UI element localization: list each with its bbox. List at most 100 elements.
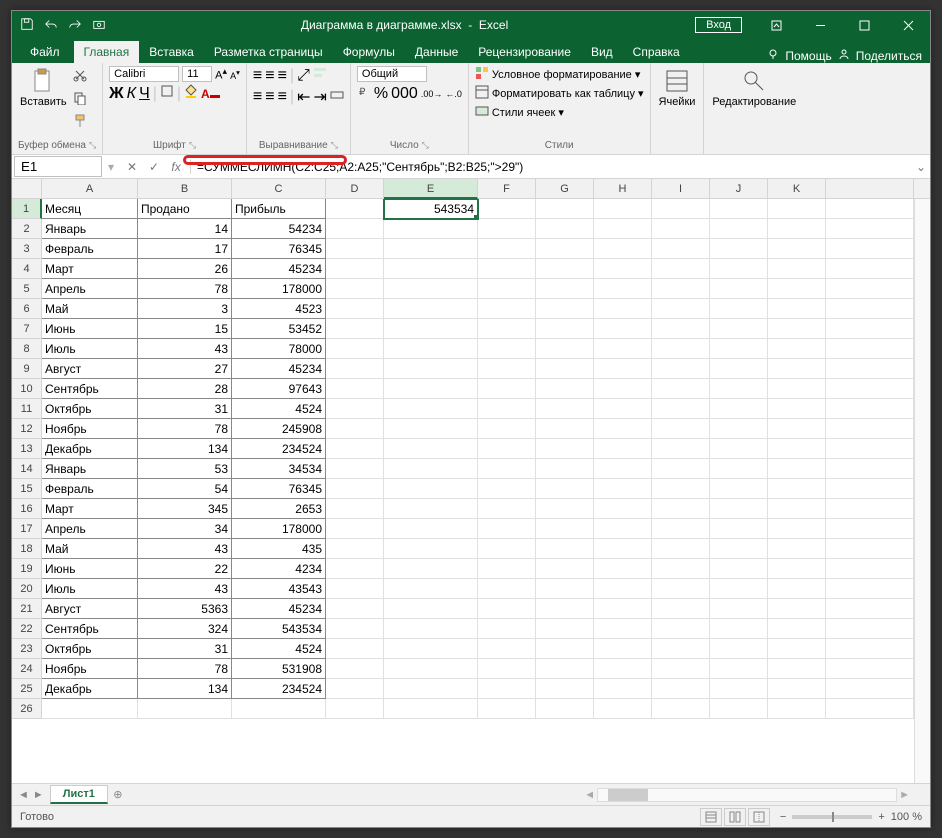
close-button[interactable] (886, 11, 930, 39)
tab-file[interactable]: Файл (16, 41, 74, 63)
cell[interactable] (326, 279, 384, 299)
col-header-B[interactable]: B (138, 179, 232, 199)
cell[interactable] (326, 639, 384, 659)
cell[interactable] (594, 259, 652, 279)
bold-button[interactable]: Ж (109, 85, 123, 103)
cell[interactable] (710, 219, 768, 239)
col-header-E[interactable]: E (384, 179, 478, 199)
cell[interactable] (326, 219, 384, 239)
cell[interactable] (710, 579, 768, 599)
cell[interactable] (326, 419, 384, 439)
cell[interactable] (536, 399, 594, 419)
cell[interactable] (384, 439, 478, 459)
cell[interactable]: Сентябрь (42, 379, 138, 399)
copy-icon[interactable] (73, 91, 87, 110)
cell[interactable] (326, 619, 384, 639)
cell[interactable] (326, 539, 384, 559)
cell[interactable] (768, 539, 826, 559)
row-header[interactable]: 11 (12, 399, 42, 419)
ribbon-options-icon[interactable] (754, 11, 798, 39)
row-header[interactable]: 1 (12, 199, 42, 219)
cell[interactable] (326, 499, 384, 519)
col-header-K[interactable]: K (768, 179, 826, 199)
cell[interactable]: 97643 (232, 379, 326, 399)
formula-input[interactable]: =СУММЕСЛИМН(C2:C25;A2:A25;"Сентябрь";B2:… (191, 158, 912, 176)
cut-icon[interactable] (73, 68, 87, 87)
row-header[interactable]: 15 (12, 479, 42, 499)
cell[interactable] (768, 639, 826, 659)
format-painter-icon[interactable] (73, 114, 87, 133)
cell[interactable] (594, 519, 652, 539)
cell[interactable] (478, 479, 536, 499)
cell[interactable]: Прибыль (232, 199, 326, 219)
cell[interactable] (768, 239, 826, 259)
accept-formula-icon[interactable]: ✓ (144, 160, 164, 174)
cell[interactable] (326, 519, 384, 539)
row-header[interactable]: 4 (12, 259, 42, 279)
cell[interactable] (384, 379, 478, 399)
cell[interactable] (710, 539, 768, 559)
cell[interactable] (594, 679, 652, 699)
cell[interactable]: 234524 (232, 439, 326, 459)
cell[interactable] (384, 499, 478, 519)
cell[interactable] (652, 239, 710, 259)
row-header[interactable]: 19 (12, 559, 42, 579)
tab-formulas[interactable]: Формулы (333, 41, 405, 63)
cell[interactable] (652, 379, 710, 399)
row-header[interactable]: 18 (12, 539, 42, 559)
cell[interactable]: 76345 (232, 239, 326, 259)
cell[interactable]: 31 (138, 399, 232, 419)
cell[interactable]: Июнь (42, 559, 138, 579)
cell[interactable] (652, 639, 710, 659)
cell[interactable]: 28 (138, 379, 232, 399)
cell[interactable]: Ноябрь (42, 659, 138, 679)
align-center-icon[interactable]: ≡ (265, 88, 274, 106)
cell[interactable] (652, 259, 710, 279)
cell[interactable] (384, 659, 478, 679)
cell[interactable]: Август (42, 599, 138, 619)
cell[interactable] (768, 319, 826, 339)
cell[interactable]: 234524 (232, 679, 326, 699)
cell[interactable] (768, 579, 826, 599)
cell[interactable] (478, 439, 536, 459)
cell[interactable]: 31 (138, 639, 232, 659)
tab-help[interactable]: Справка (623, 41, 690, 63)
format-table-button[interactable]: Форматировать как таблицу (492, 88, 635, 100)
cell[interactable] (384, 639, 478, 659)
row-header[interactable]: 20 (12, 579, 42, 599)
increase-font-icon[interactable]: A▴ (215, 66, 227, 82)
cell[interactable] (536, 359, 594, 379)
cell[interactable] (710, 379, 768, 399)
cell[interactable] (326, 579, 384, 599)
cell[interactable]: 543534 (384, 199, 478, 219)
cell[interactable] (536, 379, 594, 399)
tab-view[interactable]: Вид (581, 41, 623, 63)
cell[interactable] (326, 339, 384, 359)
cell[interactable] (536, 339, 594, 359)
cell[interactable] (536, 499, 594, 519)
wrap-text-icon[interactable] (313, 66, 327, 85)
row-header[interactable]: 25 (12, 679, 42, 699)
cell[interactable] (536, 239, 594, 259)
cell[interactable]: 435 (232, 539, 326, 559)
cell[interactable]: 45234 (232, 259, 326, 279)
cell[interactable] (326, 439, 384, 459)
col-header-A[interactable]: A (42, 179, 138, 199)
cell[interactable] (768, 259, 826, 279)
cell[interactable] (652, 499, 710, 519)
cell[interactable] (710, 679, 768, 699)
fill-color-icon[interactable] (184, 84, 198, 103)
view-page-layout-icon[interactable] (724, 808, 746, 826)
cell[interactable] (710, 239, 768, 259)
row-header[interactable]: 10 (12, 379, 42, 399)
cell[interactable] (652, 299, 710, 319)
cell[interactable] (326, 259, 384, 279)
tab-home[interactable]: Главная (74, 41, 140, 63)
borders-icon[interactable] (160, 84, 174, 103)
cell[interactable]: Март (42, 499, 138, 519)
cell[interactable] (594, 419, 652, 439)
tab-insert[interactable]: Вставка (139, 41, 204, 63)
cell[interactable] (536, 579, 594, 599)
cell[interactable] (326, 459, 384, 479)
row-header[interactable]: 6 (12, 299, 42, 319)
